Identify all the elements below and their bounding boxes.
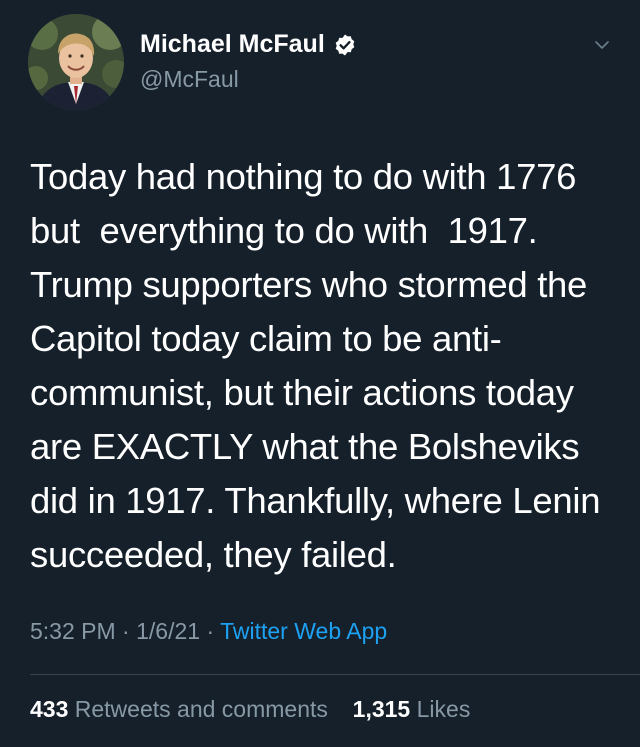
likes-stat[interactable]: 1,315 Likes — [353, 696, 471, 722]
tweet-date[interactable]: 1/6/21 — [136, 618, 200, 644]
tweet-text-line: Today had nothing to do with 1776 — [30, 156, 577, 197]
tweet-text-line: communist, but their actions today — [30, 372, 574, 413]
tweet-text-line: succeeded, they failed. — [30, 534, 397, 575]
chevron-down-icon[interactable] — [591, 34, 613, 56]
meta-separator: · — [122, 618, 130, 644]
avatar-image — [28, 14, 124, 110]
tweet-text-line: did in 1917. Thankfully, where Lenin — [30, 480, 601, 521]
likes-label: Likes — [416, 696, 471, 722]
tweet-text-line: Trump supporters who stormed the — [30, 264, 588, 305]
retweets-count: 433 — [30, 696, 69, 722]
divider — [30, 674, 640, 675]
retweets-label: Retweets and comments — [74, 696, 328, 722]
verified-badge-icon — [333, 33, 357, 57]
display-name-text: Michael McFaul — [140, 30, 325, 58]
tweet-meta: 5:32 PM · 1/6/21 · Twitter Web App — [30, 618, 387, 645]
user-handle[interactable]: @McFaul — [140, 66, 239, 93]
tweet-text-line: are EXACTLY what the Bolsheviks — [30, 426, 580, 467]
tweet-card: Michael McFaul @McFaul Today had nothing… — [0, 0, 640, 747]
likes-count: 1,315 — [352, 696, 411, 722]
retweets-stat[interactable]: 433 Retweets and comments — [30, 696, 334, 722]
tweet-text-line: Capitol today claim to be anti- — [30, 318, 502, 359]
tweet-time[interactable]: 5:32 PM — [30, 618, 116, 644]
tweet-text: Today had nothing to do with 1776 but ev… — [30, 150, 620, 582]
avatar[interactable] — [28, 14, 124, 110]
display-name[interactable]: Michael McFaul — [140, 30, 357, 59]
tweet-stats: 433 Retweets and comments 1,315 Likes — [30, 696, 470, 723]
meta-separator: · — [206, 618, 215, 644]
tweet-source-link[interactable]: Twitter Web App — [220, 618, 387, 644]
tweet-text-line: but everything to do with 1917. — [30, 210, 538, 251]
